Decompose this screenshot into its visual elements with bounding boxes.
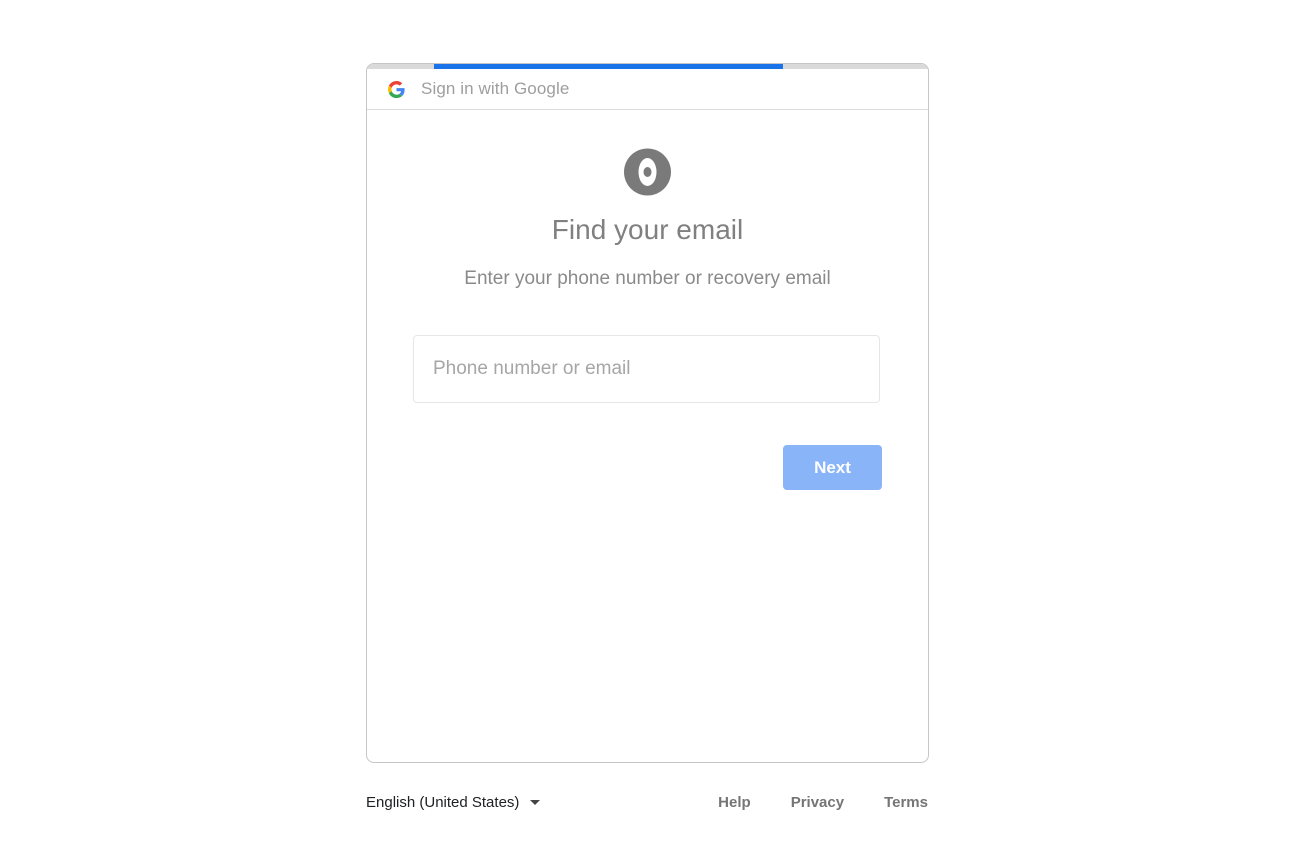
language-selector[interactable]: English (United States): [366, 793, 541, 811]
language-label: English (United States): [366, 793, 520, 811]
help-link[interactable]: Help: [718, 794, 751, 811]
phone-or-email-field: [413, 335, 880, 403]
phone-or-email-input[interactable]: [414, 336, 879, 402]
google-g-icon: [388, 80, 405, 98]
privacy-link[interactable]: Privacy: [791, 794, 844, 811]
header-title: Sign in with Google: [421, 79, 570, 98]
card-header: Sign in with Google: [367, 69, 928, 110]
app-logo-icon: [624, 148, 671, 196]
footer-links: Help Privacy Terms: [678, 794, 928, 811]
dropdown-arrow-icon: [530, 800, 541, 805]
terms-link[interactable]: Terms: [884, 794, 928, 811]
sign-in-card: Sign in with Google Find your email Ente…: [366, 63, 929, 763]
page-title: Find your email: [551, 214, 744, 245]
next-button[interactable]: Next: [783, 445, 882, 490]
page-subtitle: Enter your phone number or recovery emai…: [464, 268, 831, 289]
footer: English (United States) Help Privacy Ter…: [366, 790, 928, 814]
